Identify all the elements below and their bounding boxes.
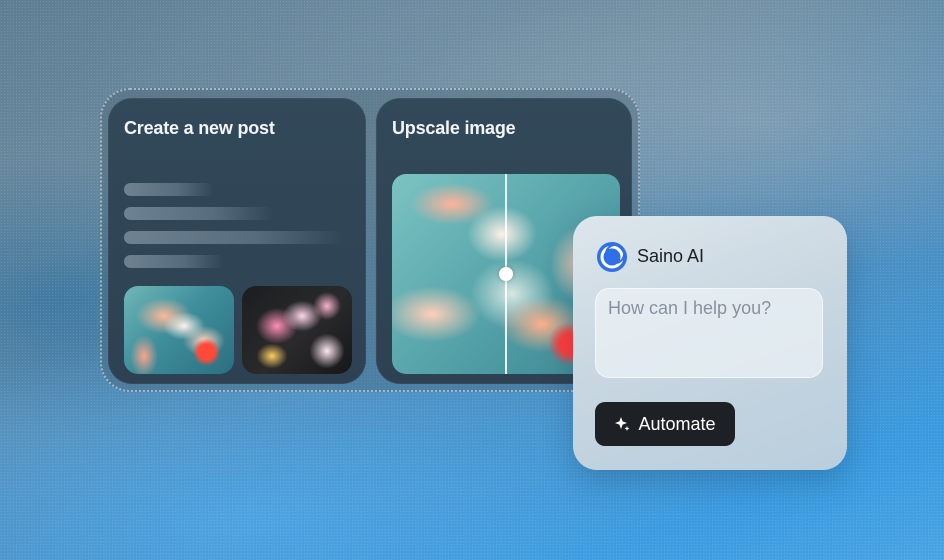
text-placeholder-line	[124, 255, 224, 268]
text-placeholder-line	[124, 207, 274, 220]
automate-button[interactable]: Automate	[595, 402, 735, 446]
prompt-input[interactable]: How can I help you?	[595, 288, 823, 378]
post-image-thumbnail[interactable]	[124, 286, 234, 374]
automate-button-label: Automate	[638, 413, 716, 434]
upscale-image-title: Upscale image	[392, 118, 516, 138]
sparkle-icon	[615, 417, 630, 431]
widget-panel: Create a new post Upscale image	[100, 88, 640, 392]
saino-logo-icon	[597, 242, 627, 272]
create-post-card[interactable]: Create a new post	[108, 98, 366, 384]
ai-assistant-card: Saino AI How can I help you? Automate	[573, 216, 847, 470]
text-placeholder-line	[124, 183, 214, 196]
compare-slider-handle[interactable]	[499, 267, 513, 281]
post-image-thumbnail[interactable]	[242, 286, 352, 374]
assistant-name: Saino AI	[637, 246, 705, 266]
text-placeholder-line	[124, 231, 344, 244]
create-post-title: Create a new post	[124, 118, 275, 138]
